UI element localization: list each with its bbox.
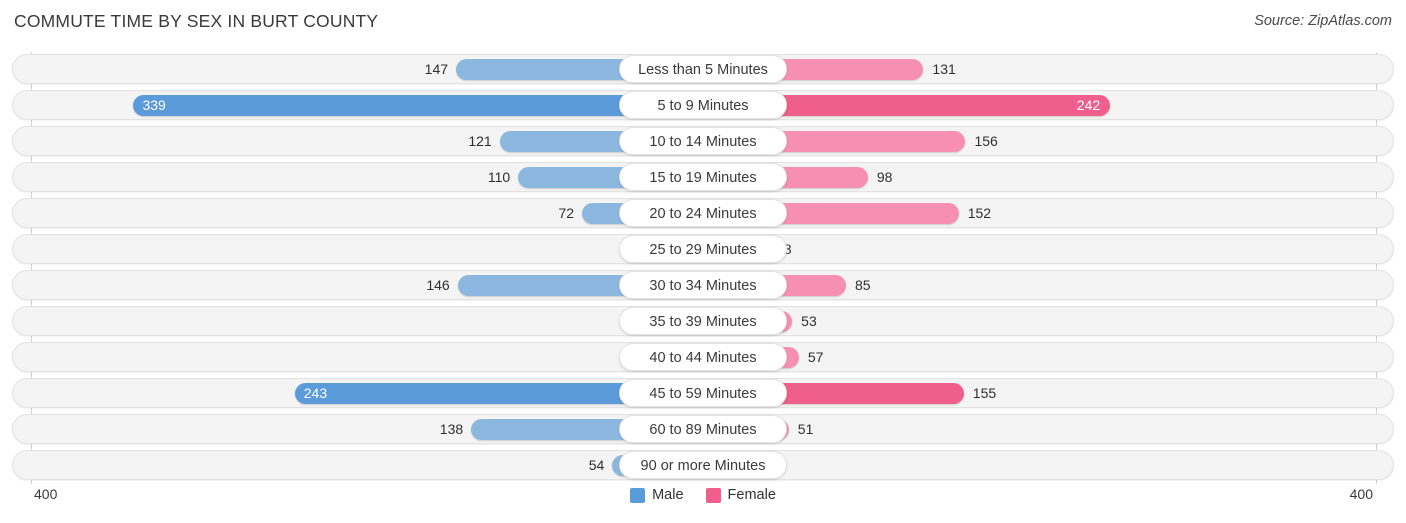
value-label-male: 72 xyxy=(558,205,575,221)
chart-footer: 400 400 Male Female xyxy=(0,486,1406,516)
legend-item-female[interactable]: Female xyxy=(705,487,776,503)
value-label-female: 57 xyxy=(807,349,824,365)
square-swatch-icon xyxy=(630,487,646,503)
chart-row: 295335 to 39 Minutes xyxy=(0,304,1406,340)
value-label-male: 110 xyxy=(487,169,511,185)
chart-row: 542590 or more Minutes xyxy=(0,448,1406,484)
category-label: 30 to 34 Minutes xyxy=(619,271,787,299)
source-attribution: Source: ZipAtlas.com xyxy=(1254,13,1392,29)
chart-row: 121 156 10 to 14 Minutes xyxy=(0,124,1406,160)
square-swatch-icon xyxy=(705,487,721,503)
category-label: 90 or more Minutes xyxy=(619,451,787,479)
legend-item-male[interactable]: Male xyxy=(630,487,684,503)
value-label-male: 121 xyxy=(468,133,492,149)
chart-row: 72 152 20 to 24 Minutes xyxy=(0,196,1406,232)
chart-row: 243 155 45 to 59 Minutes xyxy=(0,376,1406,412)
category-label: 5 to 9 Minutes xyxy=(619,91,787,119)
chart-row: 138 51 60 to 89 Minutes xyxy=(0,412,1406,448)
legend: Male Female xyxy=(0,487,1406,503)
value-label-female: 53 xyxy=(801,313,817,329)
chart-canvas: COMMUTE TIME BY SEX IN BURT COUNTY Sourc… xyxy=(0,0,1406,523)
value-label-female: 156 xyxy=(974,133,998,149)
legend-label-male: Male xyxy=(652,487,684,503)
legend-label-female: Female xyxy=(727,487,776,503)
bar-male[interactable] xyxy=(133,95,703,116)
value-label-female: 242 xyxy=(1076,97,1101,113)
category-label: 40 to 44 Minutes xyxy=(619,343,787,371)
category-label: Less than 5 Minutes xyxy=(619,55,787,83)
value-label-female: 155 xyxy=(972,385,997,401)
chart-row: 339 242 5 to 9 Minutes xyxy=(0,88,1406,124)
chart-row: 363825 to 29 Minutes xyxy=(0,232,1406,268)
chart-row: 110 98 15 to 19 Minutes xyxy=(0,160,1406,196)
category-label: 45 to 59 Minutes xyxy=(619,379,787,407)
chart-row: 355740 to 44 Minutes xyxy=(0,340,1406,376)
value-label-male: 243 xyxy=(303,385,328,401)
category-label: 35 to 39 Minutes xyxy=(619,307,787,335)
category-label: 60 to 89 Minutes xyxy=(619,415,787,443)
value-label-female: 131 xyxy=(932,61,956,77)
category-label: 10 to 14 Minutes xyxy=(619,127,787,155)
value-label-male: 54 xyxy=(588,457,605,473)
value-label-female: 85 xyxy=(855,277,871,293)
chart-row: 147 131 Less than 5 Minutes xyxy=(0,52,1406,88)
value-label-male: 146 xyxy=(426,277,450,293)
category-label: 20 to 24 Minutes xyxy=(619,199,787,227)
chart-row: 146 85 30 to 34 Minutes xyxy=(0,268,1406,304)
page-title: COMMUTE TIME BY SEX IN BURT COUNTY xyxy=(14,11,379,31)
value-label-male: 147 xyxy=(424,61,449,77)
value-label-female: 51 xyxy=(797,421,814,437)
category-label: 15 to 19 Minutes xyxy=(619,163,787,191)
plot-area: 147 131 Less than 5 Minutes 339 242 5 to 9 Mi… xyxy=(0,52,1406,484)
category-label: 25 to 29 Minutes xyxy=(619,235,787,263)
value-label-female: 98 xyxy=(876,169,893,185)
value-label-male: 339 xyxy=(142,97,166,113)
value-label-female: 152 xyxy=(967,205,992,221)
value-label-male: 138 xyxy=(439,421,464,437)
